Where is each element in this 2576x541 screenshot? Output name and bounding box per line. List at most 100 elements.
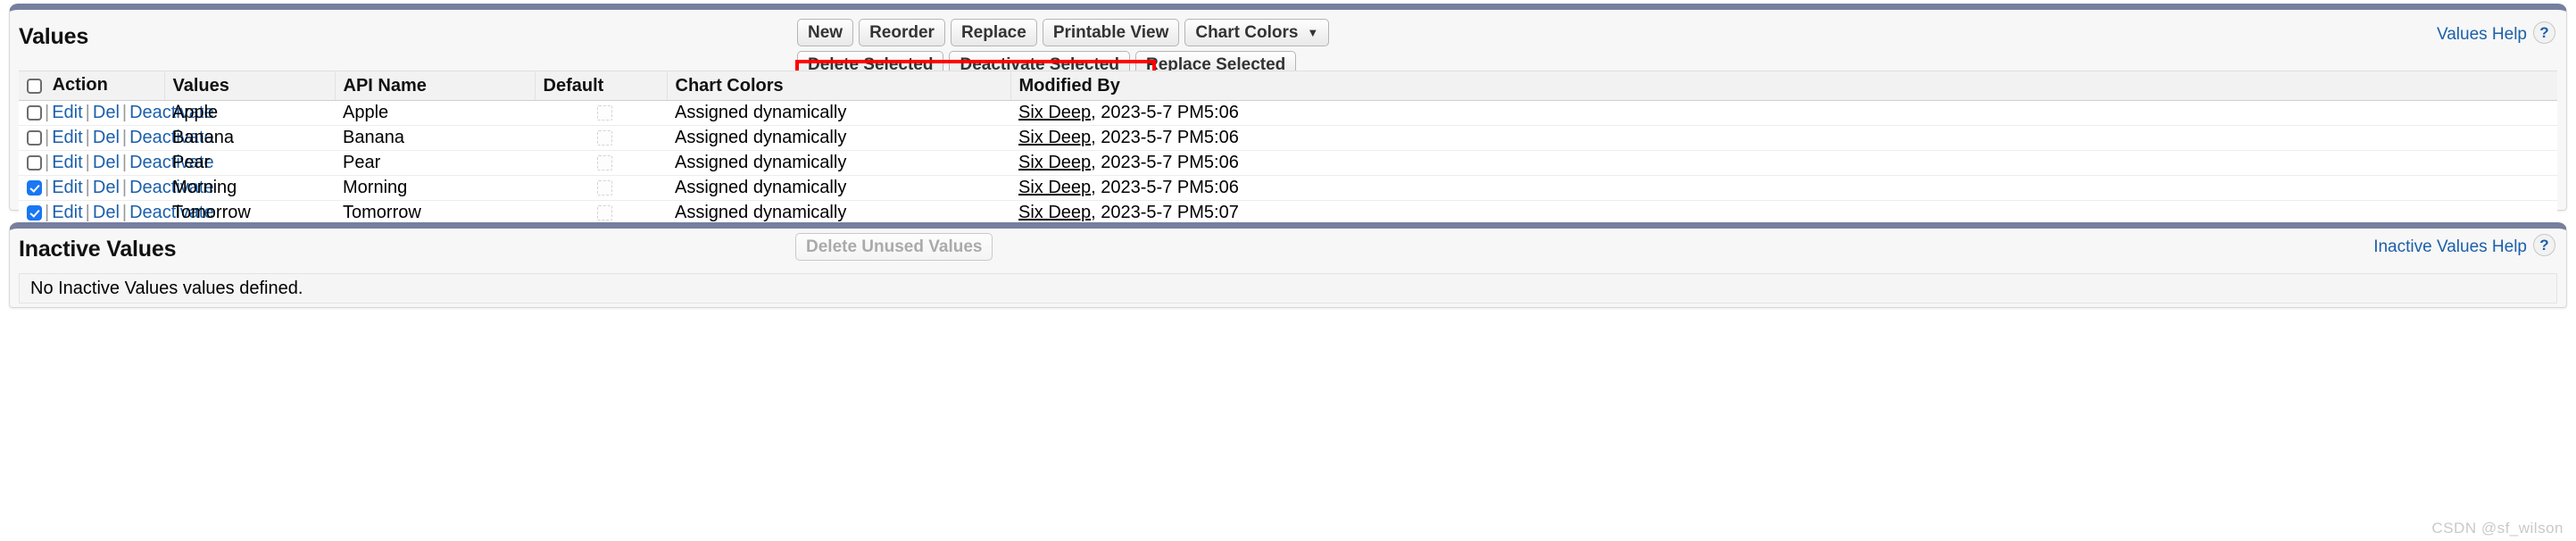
row-select-checkbox[interactable] xyxy=(27,130,42,146)
modified-by-timestamp: , 2023-5-7 PM5:06 xyxy=(1091,128,1239,147)
row-modified-by-cell: Six Deep, 2023-5-7 PM5:06 xyxy=(1010,125,2557,151)
row-chart-color-cell: Assigned dynamically xyxy=(667,125,1010,151)
select-all-checkbox[interactable] xyxy=(27,79,42,94)
action-separator: | xyxy=(121,203,128,222)
row-default-cell xyxy=(535,150,667,176)
modified-by-user-link[interactable]: Six Deep xyxy=(1018,203,1091,222)
row-edit-link[interactable]: Edit xyxy=(52,128,82,147)
row-api-name-cell: Banana xyxy=(335,125,535,151)
help-question-icon[interactable]: ? xyxy=(2533,234,2555,256)
column-header-modified-by[interactable]: Modified By xyxy=(1010,71,2557,101)
column-header-action-label: Action xyxy=(52,75,108,95)
row-del-link[interactable]: Del xyxy=(93,103,120,122)
replace-button-label: Replace xyxy=(960,23,1026,42)
action-separator: | xyxy=(85,103,90,122)
column-header-default[interactable]: Default xyxy=(535,71,668,101)
row-value-cell: Pear xyxy=(164,150,335,176)
reorder-button[interactable]: Reorder xyxy=(859,19,945,46)
row-value-cell: Banana xyxy=(164,125,335,151)
inactive-values-title: Inactive Values xyxy=(19,237,177,262)
row-api-name-cell: Pear xyxy=(335,150,535,176)
modified-by-timestamp: , 2023-5-7 PM5:06 xyxy=(1091,153,1239,172)
row-edit-link[interactable]: Edit xyxy=(52,178,82,197)
new-button-label: New xyxy=(808,23,843,42)
table-row: | Edit | Del | Deactivate Morning Morning Assign… xyxy=(19,175,2557,201)
action-separator: | xyxy=(45,203,50,222)
chart-colors-dropdown[interactable]: Chart Colors ▼ xyxy=(1184,19,1330,46)
row-chart-color-cell: Assigned dynamically xyxy=(667,150,1010,176)
row-value-cell: Morning xyxy=(164,175,335,201)
action-separator: | xyxy=(45,178,50,197)
modified-by-timestamp: , 2023-5-7 PM5:06 xyxy=(1091,178,1239,197)
delete-unused-values-button[interactable]: Delete Unused Values xyxy=(795,233,993,261)
modified-by-timestamp: , 2023-5-7 PM5:07 xyxy=(1091,203,1239,222)
row-default-checkbox xyxy=(597,205,612,221)
column-header-api-name[interactable]: API Name xyxy=(335,71,536,101)
values-panel-header: Values Values Help ? New Reorder Replace… xyxy=(10,10,2566,104)
row-edit-link[interactable]: Edit xyxy=(52,103,82,122)
row-del-link[interactable]: Del xyxy=(93,128,120,147)
inactive-values-panel: Inactive Values Inactive Values Help ? D… xyxy=(9,222,2567,308)
modified-by-user-link[interactable]: Six Deep xyxy=(1018,153,1091,172)
modified-by-user-link[interactable]: Six Deep xyxy=(1018,103,1091,122)
table-row: | Edit | Del | Deactivate Apple Apple Assigned d… xyxy=(19,100,2557,126)
row-select-checkbox[interactable] xyxy=(27,105,42,121)
column-header-chart-colors[interactable]: Chart Colors xyxy=(667,71,1011,101)
values-table-wrapper: Action Values API Name Default Chart Col… xyxy=(19,71,2557,226)
row-api-name-cell: Apple xyxy=(335,100,535,126)
reorder-button-label: Reorder xyxy=(869,23,935,42)
row-select-checkbox[interactable] xyxy=(27,155,42,171)
printable-view-button[interactable]: Printable View xyxy=(1042,19,1180,46)
row-api-name-cell: Morning xyxy=(335,175,535,201)
modified-by-timestamp: , 2023-5-7 PM5:06 xyxy=(1091,103,1239,122)
row-action-cell: | Edit | Del | Deactivate xyxy=(19,100,214,126)
table-row: | Edit | Del | Deactivate Banana Banana Assigned… xyxy=(19,125,2557,151)
table-header-row: Action Values API Name Default Chart Col… xyxy=(19,71,2557,101)
values-help-link[interactable]: Values Help xyxy=(2437,25,2527,45)
printable-view-button-label: Printable View xyxy=(1052,23,1169,42)
action-separator: | xyxy=(45,153,50,172)
column-header-values[interactable]: Values xyxy=(164,71,336,101)
row-del-link[interactable]: Del xyxy=(93,203,120,222)
action-separator: | xyxy=(85,153,90,172)
action-separator: | xyxy=(121,128,128,147)
row-modified-by-cell: Six Deep, 2023-5-7 PM5:06 xyxy=(1010,150,2557,176)
row-value-cell: Apple xyxy=(164,100,335,126)
table-row: | Edit | Del | Deactivate Pear Pear Assigned dyn… xyxy=(19,150,2557,176)
row-action-cell: | Edit | Del | Deactivate xyxy=(19,150,214,176)
row-edit-link[interactable]: Edit xyxy=(52,203,82,222)
column-header-action: Action xyxy=(19,71,165,101)
row-modified-by-cell: Six Deep, 2023-5-7 PM5:06 xyxy=(1010,175,2557,201)
row-chart-color-cell: Assigned dynamically xyxy=(667,100,1010,126)
values-table: Action Values API Name Default Chart Col… xyxy=(19,71,2557,226)
page-root: Values Values Help ? New Reorder Replace… xyxy=(0,0,2576,541)
row-action-cell: | Edit | Del | Deactivate xyxy=(19,175,214,201)
help-question-icon[interactable]: ? xyxy=(2533,21,2555,44)
modified-by-user-link[interactable]: Six Deep xyxy=(1018,178,1091,197)
action-separator: | xyxy=(85,178,90,197)
chevron-down-icon: ▼ xyxy=(1307,26,1319,39)
row-select-checkbox[interactable] xyxy=(27,205,42,221)
action-separator: | xyxy=(85,128,90,147)
replace-button[interactable]: Replace xyxy=(950,19,1037,46)
row-del-link[interactable]: Del xyxy=(93,178,120,197)
row-default-cell xyxy=(535,125,667,151)
chart-colors-dropdown-label: Chart Colors xyxy=(1195,23,1299,42)
toolbar-row-primary: New Reorder Replace Printable View Chart… xyxy=(797,19,1330,46)
row-default-cell xyxy=(535,175,667,201)
values-table-head: Action Values API Name Default Chart Col… xyxy=(19,71,2557,101)
action-separator: | xyxy=(121,153,128,172)
row-action-cell: | Edit | Del | Deactivate xyxy=(19,125,214,151)
values-table-body: | Edit | Del | Deactivate Apple Apple Assigned d… xyxy=(19,100,2557,226)
row-default-cell xyxy=(535,100,667,126)
watermark: CSDN @sf_wilson xyxy=(2431,520,2564,537)
row-edit-link[interactable]: Edit xyxy=(52,153,82,172)
modified-by-user-link[interactable]: Six Deep xyxy=(1018,128,1091,147)
row-default-checkbox xyxy=(597,155,612,171)
row-select-checkbox[interactable] xyxy=(27,180,42,196)
row-del-link[interactable]: Del xyxy=(93,153,120,172)
new-button[interactable]: New xyxy=(797,19,854,46)
action-separator: | xyxy=(45,128,50,147)
row-chart-color-cell: Assigned dynamically xyxy=(667,175,1010,201)
inactive-values-help-link[interactable]: Inactive Values Help xyxy=(2373,237,2527,257)
